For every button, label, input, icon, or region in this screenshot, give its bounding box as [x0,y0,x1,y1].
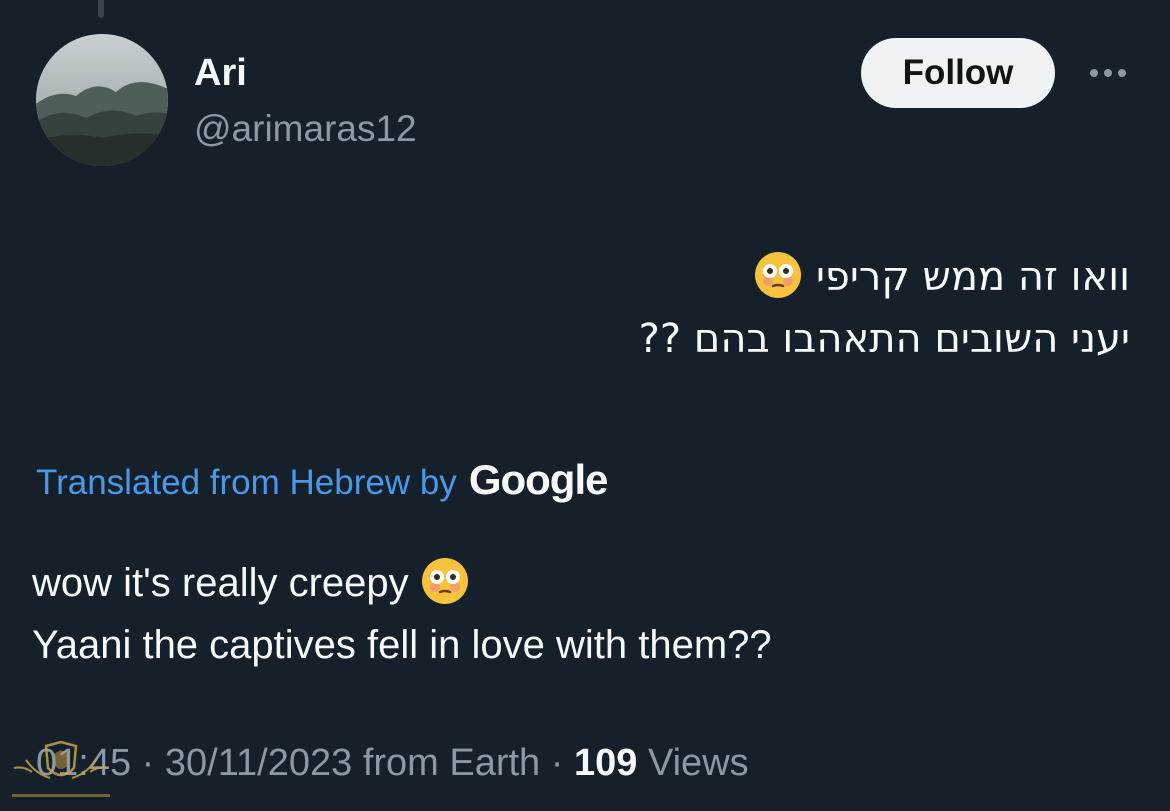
avatar-image [36,34,168,166]
forum-watermark-logo [6,738,116,808]
more-options-icon[interactable] [1080,56,1136,90]
avatar[interactable] [36,34,168,166]
dot [1118,69,1126,77]
tweet-metadata: 01:45 · 30/11/2023 from Earth · 109 View… [36,742,749,785]
dot [1104,69,1112,77]
author-name[interactable]: Ari [194,52,247,95]
flushed-face-emoji-icon [420,556,470,606]
translated-line-1: wow it's really creepy [32,552,772,614]
author-handle[interactable]: @arimaras12 [194,108,417,150]
separator: · [550,742,564,784]
dot [1090,69,1098,77]
thread-connector-line [98,0,104,18]
tweet-source: from Earth [362,742,541,784]
original-line-1-text: וואו זה ממש קריפי [815,254,1130,300]
original-tweet-text: וואו זה ממש קריפי יעני השובים התאהבו בהם… [230,246,1130,370]
translated-line-2: Yaani the captives fell in love with the… [32,623,772,667]
original-line-2: יעני השובים התאהבו בהם ?? [638,316,1130,362]
translated-tweet-text: wow it's really creepy Yaani the captive… [32,552,772,676]
views-count[interactable]: 109 [574,742,637,784]
follow-button[interactable]: Follow [861,38,1055,108]
original-line-1: וואו זה ממש קריפי [230,246,1130,308]
separator: · [141,742,155,784]
flushed-face-emoji-icon [753,250,803,300]
translated-line-1-text: wow it's really creepy [32,561,409,605]
translated-from-link[interactable]: Translated from Hebrew by [36,463,457,503]
tweet-date[interactable]: 30/11/2023 [165,742,352,784]
translation-attribution: Translated from Hebrew by Google [36,456,609,504]
google-logo: Google [468,456,609,503]
views-label: Views [647,742,749,784]
